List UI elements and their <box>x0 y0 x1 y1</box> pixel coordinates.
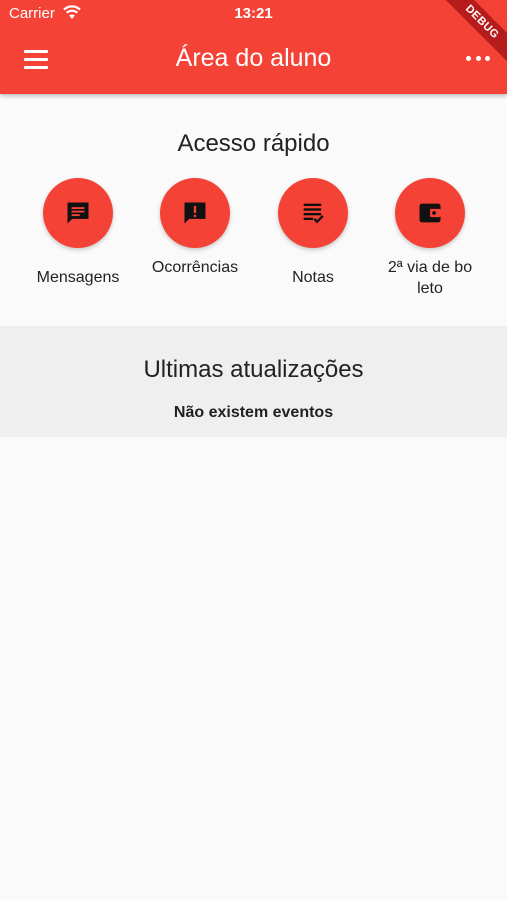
quick-item-label: Mensagens <box>36 269 120 286</box>
quick-item-ocorrencias[interactable]: Ocorrências <box>140 178 250 278</box>
quick-item-label: Notas <box>292 269 334 286</box>
app-bar: Carrier 13:21 Área do aluno DEBUG <box>0 0 507 94</box>
quick-item-notas[interactable]: Notas <box>258 178 368 288</box>
status-bar: Carrier 13:21 <box>0 0 507 28</box>
quick-item-boleto[interactable]: 2ª via de boleto <box>375 178 485 299</box>
page-title: Área do aluno <box>175 44 332 72</box>
message-icon <box>67 202 89 224</box>
updates-title: Ultimas atualizações <box>143 356 364 383</box>
more-options-button[interactable] <box>466 56 490 64</box>
alert-message-icon <box>184 202 206 224</box>
more-icon <box>466 56 471 61</box>
quick-item-label: Ocorrências <box>151 259 239 276</box>
quick-item-label: 2ª via de boleto <box>387 259 473 297</box>
quick-item-mensagens[interactable]: Mensagens <box>23 178 133 288</box>
status-time: 13:21 <box>234 5 273 22</box>
updates-section: Ultimas atualizações Não existem eventos <box>0 326 507 437</box>
quick-access-title: Acesso rápido <box>177 130 330 157</box>
wallet-icon <box>419 203 441 223</box>
grades-list-icon <box>303 203 324 224</box>
updates-empty-message: Não existem eventos <box>173 404 334 421</box>
